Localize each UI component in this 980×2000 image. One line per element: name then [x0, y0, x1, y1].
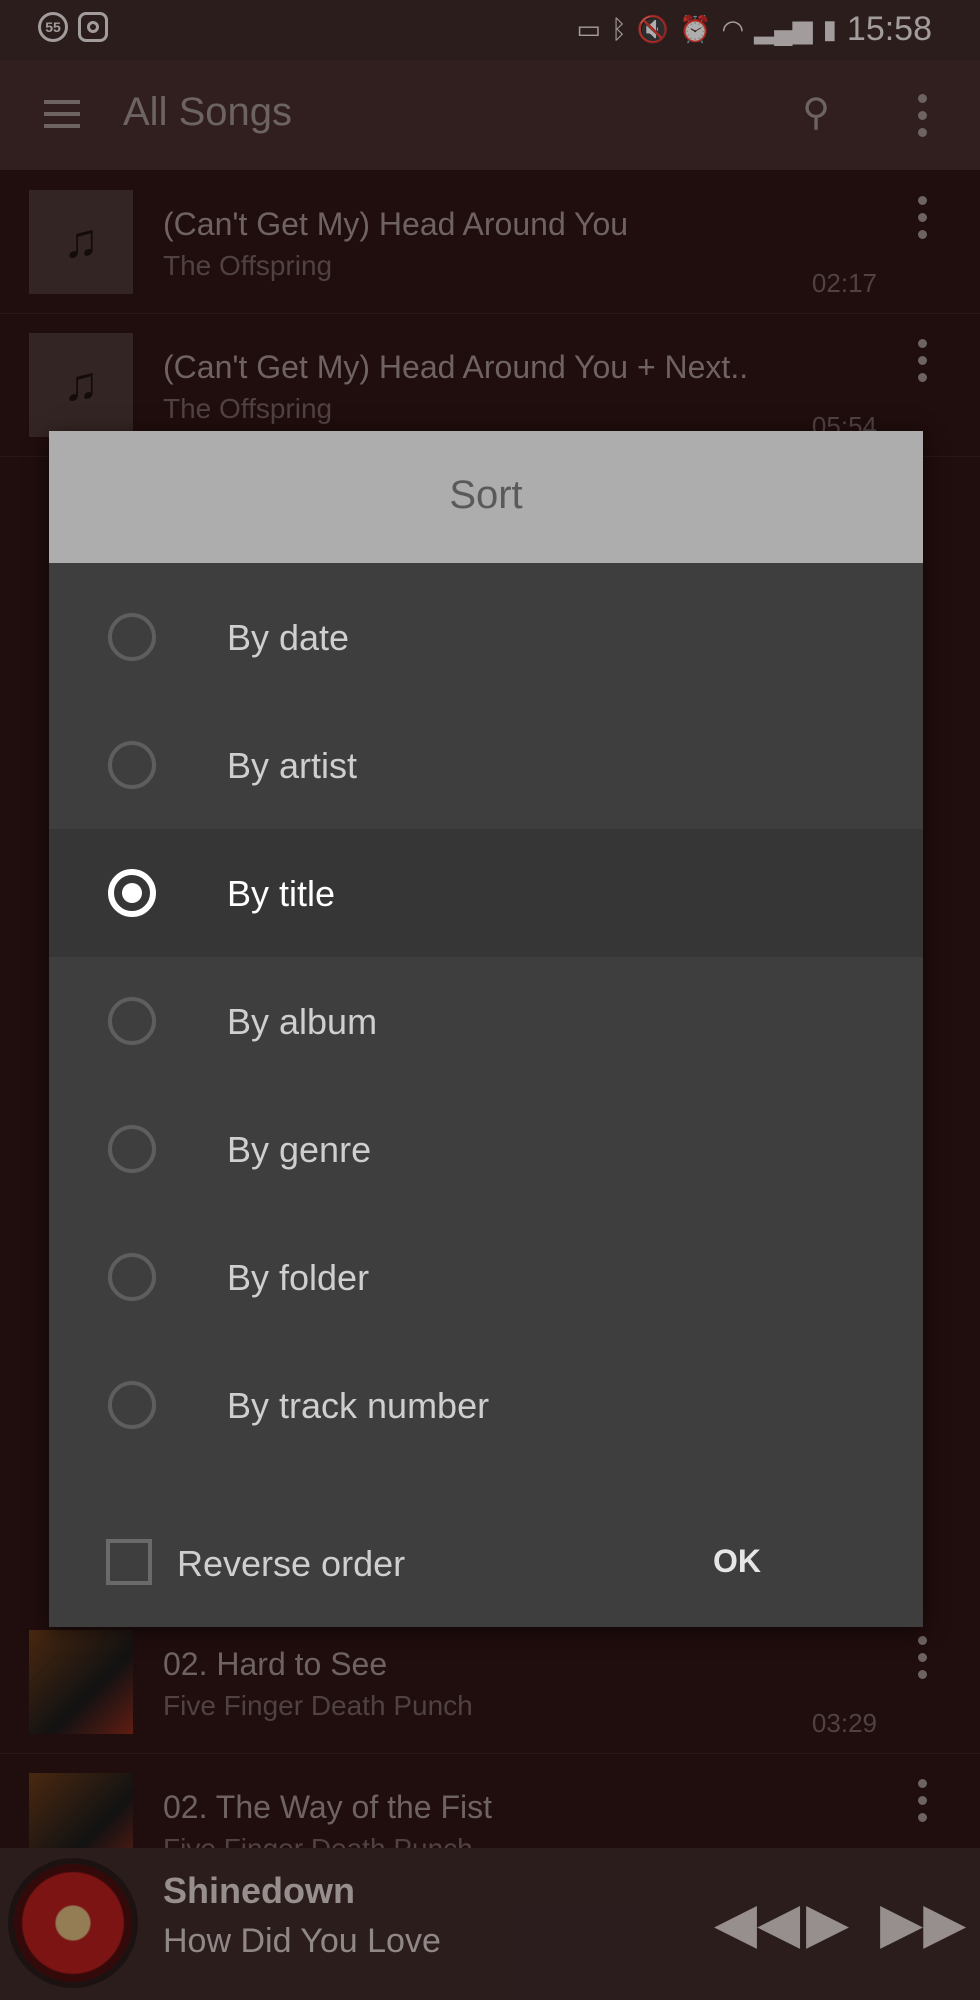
radio-button[interactable] — [108, 613, 156, 661]
dialog-title: Sort — [449, 473, 523, 517]
radio-button-selected[interactable] — [108, 869, 156, 917]
radio-button[interactable] — [108, 1125, 156, 1173]
sort-option-label: By album — [227, 1001, 378, 1042]
sort-option-label: By date — [227, 617, 350, 658]
radio-button[interactable] — [108, 1253, 156, 1301]
sort-option-label: By genre — [227, 1129, 372, 1170]
sort-dialog: Sort By date By artist By title By album… — [49, 431, 923, 1627]
sort-option-date[interactable]: By date — [49, 573, 923, 701]
radio-button[interactable] — [108, 997, 156, 1045]
dialog-header: Sort — [49, 431, 923, 563]
sort-option-label: By title — [227, 873, 336, 914]
radio-button[interactable] — [108, 741, 156, 789]
sort-option-track-number[interactable]: By track number — [49, 1341, 923, 1469]
reverse-order-label[interactable]: Reverse order — [177, 1543, 405, 1585]
sort-option-label: By track number — [227, 1385, 490, 1426]
sort-option-label: By folder — [227, 1257, 370, 1298]
sort-option-label: By artist — [227, 745, 358, 786]
sort-option-genre[interactable]: By genre — [49, 1085, 923, 1213]
sort-option-title[interactable]: By title — [49, 829, 923, 957]
reverse-order-checkbox[interactable] — [106, 1539, 152, 1585]
ok-button[interactable]: OK — [713, 1543, 761, 1580]
sort-option-folder[interactable]: By folder — [49, 1213, 923, 1341]
sort-option-artist[interactable]: By artist — [49, 701, 923, 829]
sort-option-album[interactable]: By album — [49, 957, 923, 1085]
radio-button[interactable] — [108, 1381, 156, 1429]
